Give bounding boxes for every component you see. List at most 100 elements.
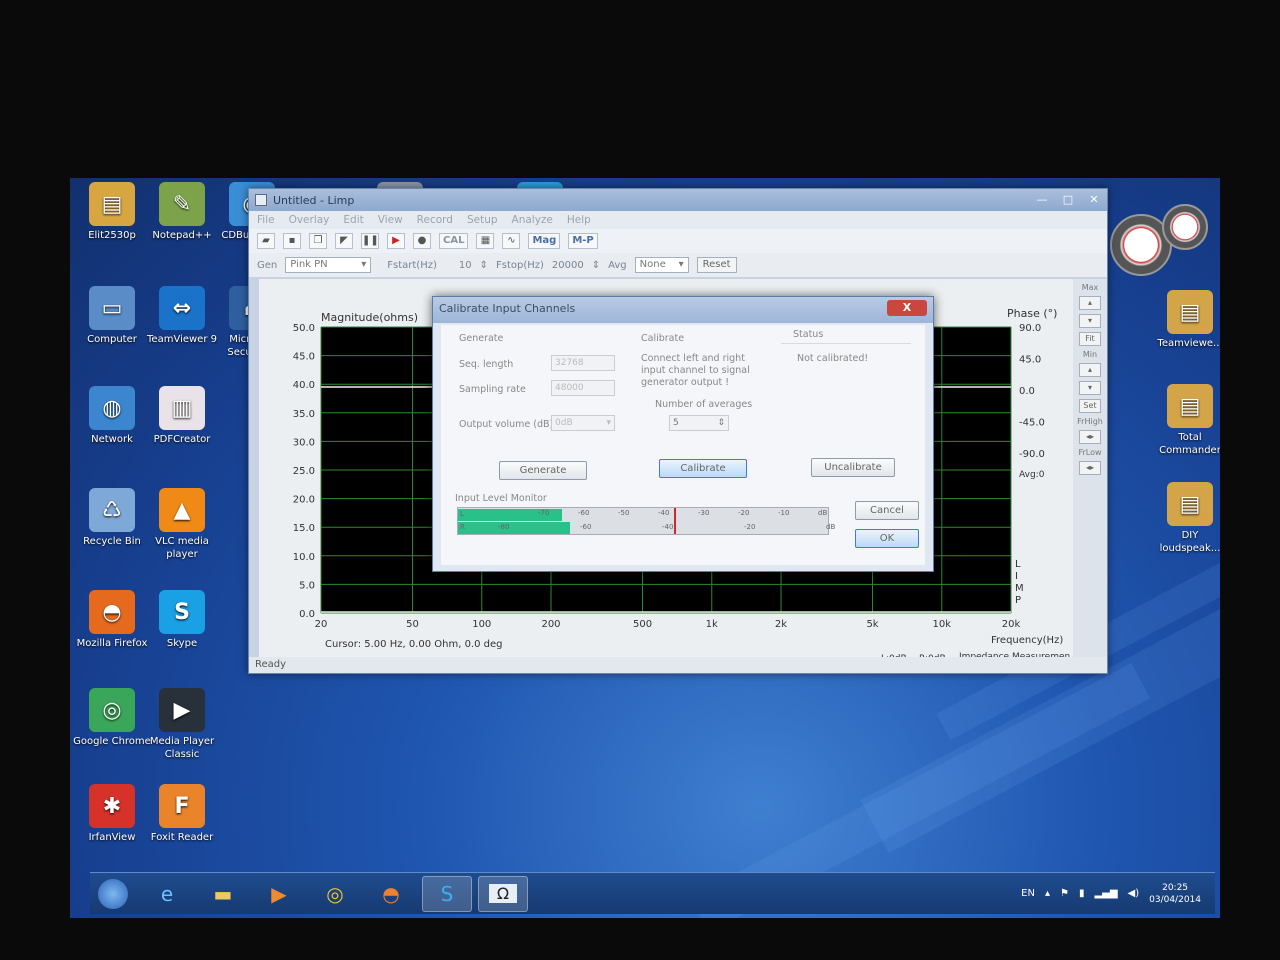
input-level-monitor-label: Input Level Monitor xyxy=(455,493,547,504)
cancel-button[interactable]: Cancel xyxy=(855,501,919,520)
taskbar-skype[interactable]: S xyxy=(422,875,472,912)
desktop-icon-computer[interactable]: ▭ Computer xyxy=(72,286,152,346)
menu-view[interactable]: View xyxy=(378,214,403,226)
x-tick-label: 20 xyxy=(315,619,328,630)
avg-counter: Avg:0 xyxy=(1019,470,1045,480)
seq-length-field[interactable]: 32768 xyxy=(551,355,615,371)
desktop-icon-teamviewe[interactable]: ▤ Teamviewe... xyxy=(1150,290,1220,350)
menu-analyze[interactable]: Analyze xyxy=(512,214,553,226)
desktop-icon-skype[interactable]: S Skype xyxy=(142,590,222,650)
volume-icon[interactable]: ◀) xyxy=(1128,888,1140,899)
generate-button[interactable]: Generate xyxy=(499,461,587,480)
menu-overlay[interactable]: Overlay xyxy=(289,214,330,226)
calibrate-button[interactable]: Calibrate xyxy=(659,459,747,478)
menu-edit[interactable]: Edit xyxy=(343,214,363,226)
set-button[interactable]: Set xyxy=(1079,399,1101,413)
calibrate-dialog[interactable]: Calibrate Input Channels X Generate Seq.… xyxy=(432,296,934,572)
limp-vertical-letter: M xyxy=(1015,583,1024,594)
fstop-value[interactable]: 20000 xyxy=(552,260,584,271)
wave-icon[interactable]: ∿ xyxy=(502,233,521,249)
copy-icon[interactable]: ❐ xyxy=(309,233,327,249)
desktop-icon-label: Notepad++ xyxy=(152,230,212,241)
taskbar-limp[interactable]: Ω xyxy=(478,875,528,912)
desktop-icon-google-chrome[interactable]: ◎ Google Chrome xyxy=(72,688,152,748)
menu-bar: File Overlay Edit View Record Setup Anal… xyxy=(249,211,1107,229)
show-hidden-icons-icon[interactable]: ▴ xyxy=(1045,888,1050,899)
menu-setup[interactable]: Setup xyxy=(467,214,498,226)
clock[interactable]: 20:25 03/04/2014 xyxy=(1149,882,1201,906)
desktop-icon-pdfcreator[interactable]: ▥ PDFCreator xyxy=(142,386,222,446)
save-icon[interactable]: ▪ xyxy=(283,233,301,249)
desktop-icon-teamviewer-9[interactable]: ⇔ TeamViewer 9 xyxy=(142,286,222,346)
desktop-icon-vlc-media-player[interactable]: ▲ VLC media player xyxy=(142,488,222,561)
fstart-value[interactable]: 10 xyxy=(459,260,472,271)
pause-icon[interactable]: ❚❚ xyxy=(361,233,379,249)
flag-icon[interactable]: ⚑ xyxy=(1060,888,1069,899)
desktop-icon-diy-loudspeak[interactable]: ▤ DIY loudspeak... xyxy=(1150,482,1220,555)
menu-file[interactable]: File xyxy=(257,214,275,226)
signal-icon[interactable]: ▂▄▆ xyxy=(1094,888,1117,899)
desktop-icon-irfanview[interactable]: ✱ IrfanView xyxy=(72,784,152,844)
app-icon: ▭ xyxy=(89,286,135,330)
desktop-icon-recycle-bin[interactable]: ♺ Recycle Bin xyxy=(72,488,152,548)
battery-icon[interactable]: ▮ xyxy=(1079,888,1085,899)
close-button[interactable]: ✕ xyxy=(1081,191,1107,209)
taskbar-explorer[interactable]: ▬ xyxy=(198,876,248,912)
taskbar-media[interactable]: ▶ xyxy=(254,876,304,912)
limp-titlebar[interactable]: Untitled - Limp — □ ✕ xyxy=(249,189,1107,211)
sampling-rate-field[interactable]: 48000 xyxy=(551,380,615,396)
mag-button[interactable]: Mag xyxy=(528,233,561,249)
spinner-icon[interactable]: ⇕ xyxy=(592,260,600,271)
play-icon[interactable]: ▶ xyxy=(387,233,405,249)
taskbar-chrome[interactable]: ◎ xyxy=(310,876,360,912)
menu-help[interactable]: Help xyxy=(567,214,591,226)
maximize-button[interactable]: □ xyxy=(1055,191,1081,209)
max-up-button[interactable]: ▴ xyxy=(1079,296,1101,310)
taskbar-ie[interactable]: e xyxy=(142,876,192,912)
desktop-icon-mozilla-firefox[interactable]: ◓ Mozilla Firefox xyxy=(72,590,152,650)
desktop-icon-network[interactable]: ◍ Network xyxy=(72,386,152,446)
language-indicator[interactable]: EN xyxy=(1021,888,1035,899)
gauge-icon xyxy=(1162,204,1208,250)
frlow-button[interactable]: ◂▸ xyxy=(1079,461,1101,475)
dialog-close-button[interactable]: X xyxy=(887,300,927,316)
gen-select[interactable]: Pink PN ▾ xyxy=(285,257,372,273)
taskbar-firefox[interactable]: ◓ xyxy=(366,876,416,912)
menu-record[interactable]: Record xyxy=(417,214,453,226)
max-down-button[interactable]: ▾ xyxy=(1079,314,1101,328)
y-tick-label: 35.0 xyxy=(293,409,315,420)
reset-button[interactable]: Reset xyxy=(696,257,737,273)
desktop-icon-total-commander[interactable]: ▤ Total Commander xyxy=(1150,384,1220,457)
minimize-button[interactable]: — xyxy=(1029,191,1055,209)
cal-button[interactable]: CAL xyxy=(439,233,469,249)
desktop-icon-media-player-classic[interactable]: ▶ Media Player Classic xyxy=(142,688,222,761)
avg-select[interactable]: None ▾ xyxy=(634,257,689,273)
cpu-meter-gadget[interactable] xyxy=(1110,204,1220,284)
ok-button[interactable]: OK xyxy=(855,529,919,548)
spinner-icon[interactable]: ⇕ xyxy=(480,260,488,271)
min-up-button[interactable]: ▴ xyxy=(1079,363,1101,377)
min-down-button[interactable]: ▾ xyxy=(1079,381,1101,395)
averages-field[interactable]: 5 ⇕ xyxy=(669,415,729,431)
meter-tick-top: -20 xyxy=(738,509,750,517)
grid-icon[interactable]: ▦ xyxy=(476,233,495,249)
fit-button[interactable]: Fit xyxy=(1079,332,1101,346)
desktop-icon-notepad[interactable]: ✎ Notepad++ xyxy=(142,182,222,242)
app-icon: ✱ xyxy=(89,784,135,828)
output-volume-select[interactable]: 0dB ▾ xyxy=(551,415,615,431)
dialog-titlebar[interactable]: Calibrate Input Channels X xyxy=(433,297,933,323)
desktop-icon-foxit-reader[interactable]: F Foxit Reader xyxy=(142,784,222,844)
desktop-icon-elit2530p[interactable]: ▤ Elit2530p xyxy=(72,182,152,242)
firefox-icon: ◓ xyxy=(382,881,400,906)
mp-button[interactable]: M-P xyxy=(568,233,598,249)
spinner-icon[interactable]: ⇕ xyxy=(717,416,725,430)
cursor-icon[interactable]: ◤ xyxy=(335,233,353,249)
frhigh-label: FrHigh xyxy=(1077,417,1103,426)
limp-vertical-letter: I xyxy=(1015,571,1018,582)
frhigh-button[interactable]: ◂▸ xyxy=(1079,430,1101,444)
y-tick-label: 25.0 xyxy=(293,466,315,477)
start-button[interactable] xyxy=(90,876,136,912)
uncalibrate-button[interactable]: Uncalibrate xyxy=(811,458,895,477)
open-icon[interactable]: ▰ xyxy=(257,233,275,249)
record-icon[interactable]: ● xyxy=(413,233,431,249)
